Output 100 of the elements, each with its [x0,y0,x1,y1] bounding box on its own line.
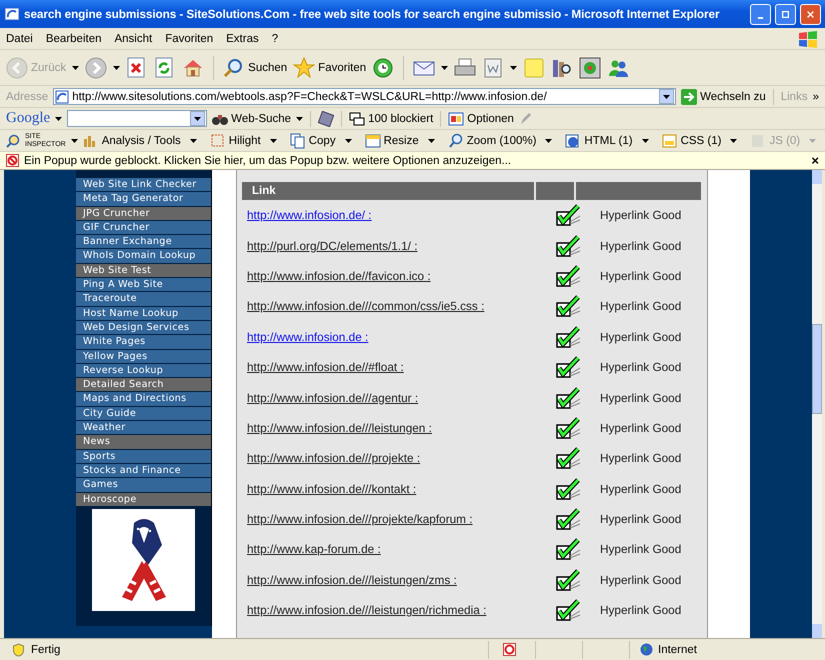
history-button[interactable] [372,56,394,78]
note-icon [523,56,546,78]
caret-icon[interactable] [441,66,448,70]
caret-icon[interactable] [55,116,62,120]
sidebar-link[interactable]: White Pages [76,335,211,349]
zone-label: Internet [658,644,697,656]
sidebar-link[interactable]: Stocks and Finance [76,464,211,478]
url-link[interactable]: http://www.infosion.de/ : [242,208,538,222]
back-icon [6,56,28,78]
menu-item[interactable]: ? [272,32,278,44]
url-link[interactable]: http://www.infosion.de : [242,330,538,344]
sidebar-link[interactable]: Weather [76,421,211,434]
sidebar-link[interactable]: GIF Cruncher [76,220,211,234]
blocked-icon[interactable] [502,643,516,656]
go-button[interactable]: Wechseln zu [681,88,766,104]
caret-icon[interactable] [70,138,78,142]
forward-button[interactable] [85,56,108,78]
url-link[interactable]: http://purl.org/DC/elements/1.1/ : [242,238,538,253]
link-status: Hyperlink Good [600,360,682,374]
url-link[interactable]: http://www.infosion.de///projekte : [242,451,538,466]
inspector-menu[interactable]: Hilight [210,132,261,148]
menu-item[interactable]: Extras [226,32,259,44]
sidebar-link[interactable]: Host Name Lookup [76,306,211,320]
magnifier-icon[interactable] [6,134,20,148]
menu-item[interactable]: Bearbeiten [46,32,102,44]
url-link[interactable]: http://www.infosion.de///agentur : [242,390,538,405]
caret-icon[interactable] [428,138,435,142]
url-link[interactable]: http://www.infosion.de///leistungen/zms : [242,572,538,587]
arrow-icon [681,88,698,104]
url-link[interactable]: http://www.infosion.de///projekte/kapforum : [242,512,538,526]
link-status: Hyperlink Good [600,572,682,587]
url-link[interactable]: http://www.infosion.de///common/css/ie5.css : [242,299,538,314]
link-status: Hyperlink Good [600,603,682,618]
minimize-button[interactable] [750,4,771,24]
windows-logo-icon [797,30,819,48]
favorites-button[interactable]: Favoriten [293,56,366,78]
search-button[interactable]: Suchen [223,56,288,78]
menu-item[interactable]: Favoriten [165,32,214,44]
caret-icon[interactable] [663,94,670,98]
search-field[interactable] [67,110,208,127]
sidebar-link[interactable]: Maps and Directions [76,392,211,406]
popup-blocker-button[interactable]: 100 blockiert [349,112,434,126]
inspector-menu[interactable]: HTML (1) [565,132,633,148]
windows-stack-icon [349,112,366,126]
caret-icon[interactable] [730,138,738,142]
menu-item[interactable]: Ansicht [114,32,152,44]
inspector-menu[interactable]: Analysis / Tools [82,132,181,148]
url-link[interactable]: http://www.infosion.de///leistungen/richmedia : [242,603,538,618]
caret-icon[interactable] [642,138,649,142]
caret-icon[interactable] [190,138,197,142]
caret-icon[interactable] [545,138,552,142]
more-chevron[interactable]: » [812,90,819,102]
web-search-button[interactable]: Web-Suche [212,112,292,126]
url-link[interactable]: http://www.infosion.de//#float : [242,360,538,374]
options-button[interactable]: Optionen [448,112,514,126]
url-link[interactable]: http://www.infosion.de///kontakt : [242,482,538,496]
popup-message[interactable]: Ein Popup wurde geblockt. Klicken Sie hier, um das Popup bzw. weitere Optionen anzuzeigen... [24,154,512,166]
scrollbar[interactable] [812,170,822,638]
menu-item[interactable]: Datei [6,32,33,44]
url-link[interactable]: http://www.infosion.de//favicon.ico : [242,268,538,283]
caret-icon[interactable] [113,66,120,70]
sidebar-link[interactable]: Web Design Services [76,320,211,334]
google-logo-button[interactable]: Google [6,110,50,127]
inspector-menu[interactable]: Zoom (100%) [448,132,536,148]
close-icon[interactable]: × [811,153,819,168]
sidebar-link[interactable]: Web Site Link Checker [76,178,211,192]
address-field[interactable]: http://www.sitesolutions.com/webtools.asp?F=Check&T=WSLC&URL=http://www.infosion.de/ [53,88,676,105]
url-link[interactable]: http://www.kap-forum.de : [242,542,538,556]
link-status: Hyperlink Good [600,512,682,526]
inspector-menu[interactable]: Resize [364,132,419,148]
caret-icon[interactable] [510,66,518,70]
globe-icon [640,643,653,656]
sidebar-link[interactable]: WhoIs Domain Lookup [76,249,211,263]
print-button[interactable] [454,56,476,78]
caret-icon[interactable] [296,116,304,120]
sidebar-link[interactable]: Yellow Pages [76,350,211,363]
css-file-icon [662,132,678,148]
window-icon [364,132,381,148]
caret-icon[interactable] [270,138,277,142]
url-link[interactable]: http://www.infosion.de///leistungen : [242,420,538,435]
caret-icon[interactable] [72,66,80,70]
sidebar-link[interactable]: Meta Tag Generator [76,192,211,206]
inspector-menu[interactable]: Copy [290,132,336,148]
inspector-menu[interactable]: CSS (1) [662,132,722,148]
close-button[interactable] [800,4,821,24]
maximize-button[interactable] [775,4,796,24]
sidebar-link[interactable]: Banner Exchange [76,235,211,248]
caret-icon[interactable] [344,138,352,142]
sidebar-link[interactable]: Ping A Web Site [76,278,211,292]
sidebar-link[interactable]: Sports [76,450,211,463]
sidebar-heading: News [76,435,211,449]
sidebar-link[interactable]: City Guide [76,406,211,420]
edit-button[interactable] [482,56,504,78]
fwd-icon [85,56,108,78]
sidebar-link[interactable]: Reverse Lookup [76,364,211,378]
caret-icon[interactable] [194,116,202,120]
sidebar-link[interactable]: Games [76,478,211,492]
sidebar-link[interactable]: Traceroute [76,292,211,306]
link-status: Hyperlink Good [600,238,682,253]
sidebar-heading: Detailed Search [76,378,211,392]
